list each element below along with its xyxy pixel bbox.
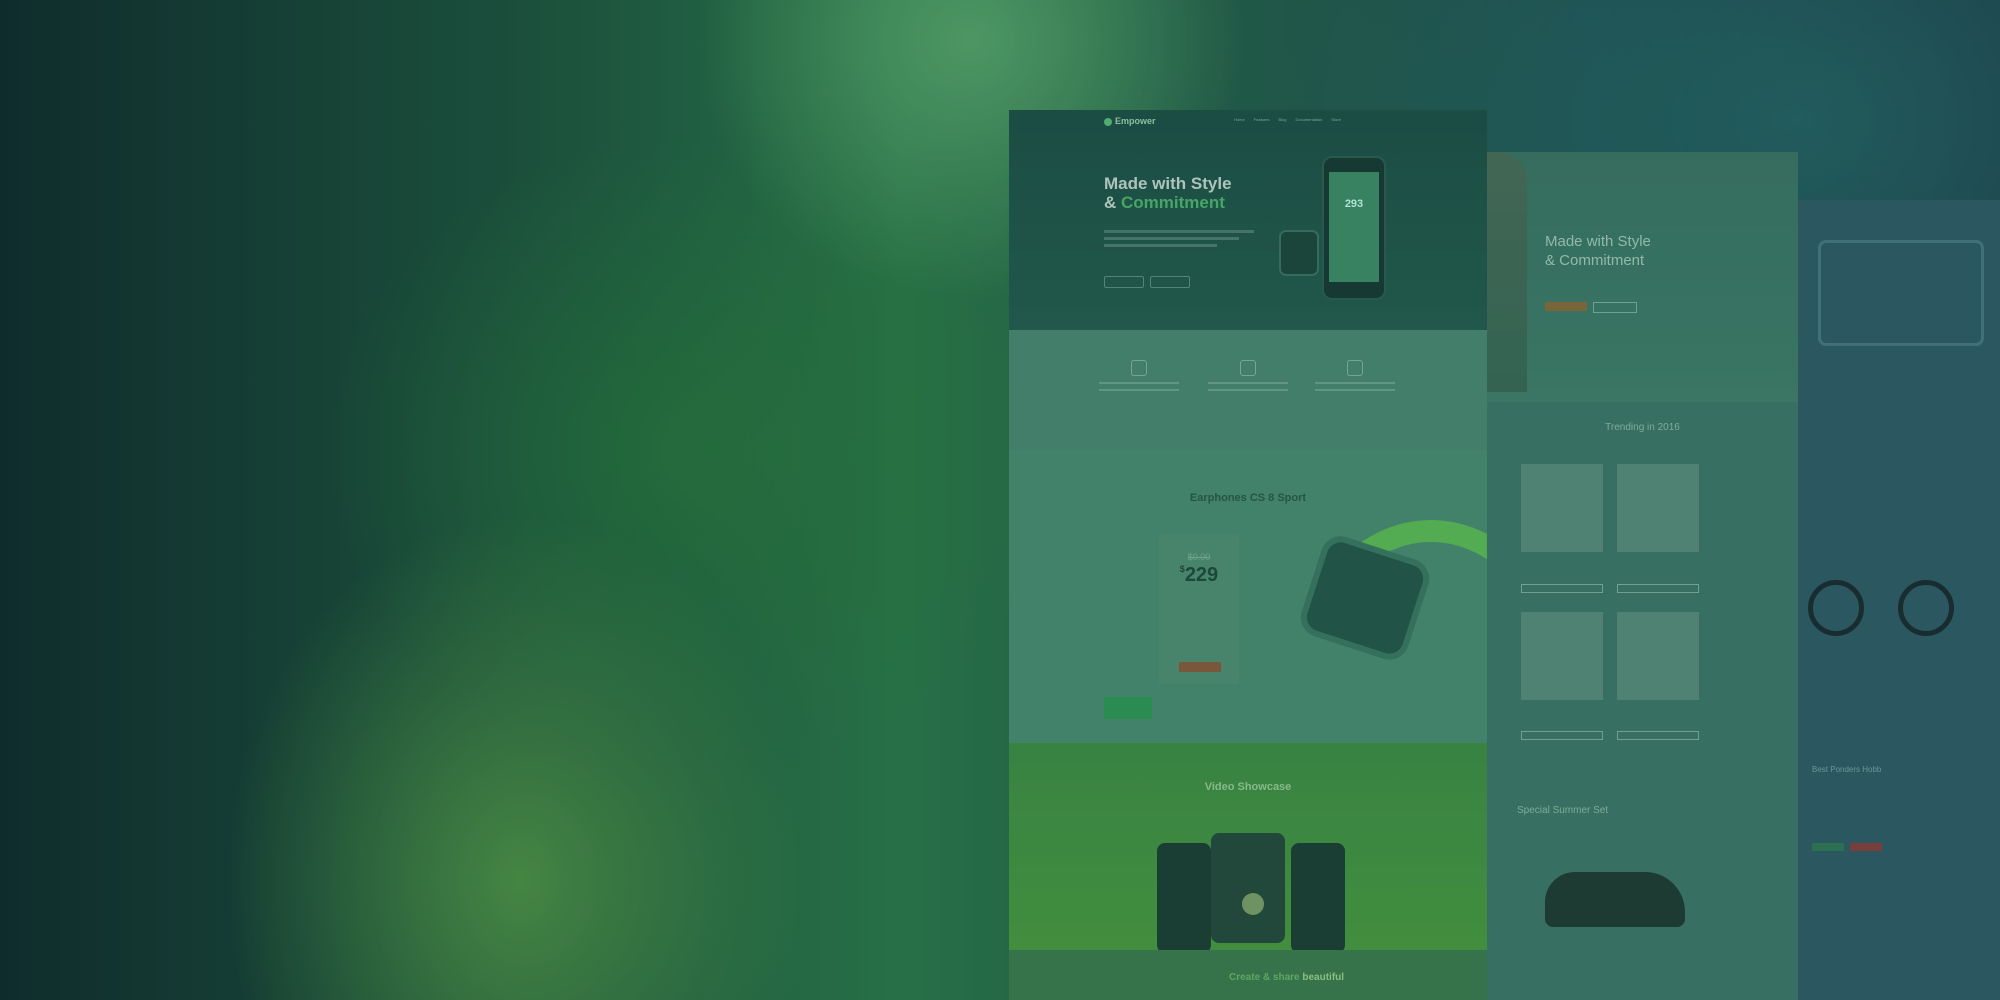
nav-item: Documentation: [1295, 117, 1323, 122]
hero-text-lines: [1104, 230, 1254, 251]
app-store-badge: [1150, 276, 1190, 288]
logo-mark-icon: [1104, 117, 1112, 126]
toy-plane-image: [1818, 240, 1984, 346]
hero-title: Made with Style & Commitment: [1104, 174, 1264, 212]
phone-image: [1211, 833, 1285, 943]
text-line: [1104, 230, 1254, 233]
create-title: Create & share beautiful: [1229, 972, 1344, 983]
bike-wheel-icon: [1808, 580, 1864, 636]
pricing-title: Earphones CS 8 Sport: [1189, 492, 1307, 504]
price: $229: [1159, 564, 1239, 587]
shop-button: [1545, 302, 1587, 311]
monitor-icon: [1131, 360, 1147, 376]
nav-item: Store: [1331, 117, 1341, 122]
text-line: [1104, 237, 1239, 240]
outline-button: [1593, 302, 1637, 313]
mockup-toy-store: Best Ponders Hobb: [1798, 200, 2000, 1000]
buy-button: [1179, 662, 1221, 672]
text-line: [1208, 382, 1288, 384]
sneaker-image: [1545, 872, 1685, 927]
play-icon: [1242, 893, 1264, 915]
toy-promo-title: Best Ponders Hobb: [1812, 765, 1882, 774]
phone-image: [1157, 843, 1211, 953]
product-button: [1521, 731, 1603, 740]
fashion-title-line2: & Commitment: [1545, 252, 1645, 269]
video-title: Video Showcase: [1204, 781, 1292, 793]
product-card-jacket: [1617, 612, 1699, 700]
hero-title-accent: Commitment: [1121, 193, 1225, 212]
price-value: 229: [1184, 564, 1219, 586]
nav-item: Home: [1234, 117, 1245, 122]
mockup-nav: Empower Home Features Blog Documentation…: [1104, 116, 1397, 132]
fashion-hero-title: Made with Style & Commitment: [1545, 232, 1651, 270]
mockup-logo: Empower: [1104, 116, 1156, 126]
create-title-part: Create & share: [1229, 972, 1303, 983]
mockup-landing-page: Empower Home Features Blog Documentation…: [1009, 110, 1487, 1000]
phone-image: [1291, 843, 1345, 953]
green-button: [1812, 843, 1844, 851]
red-button: [1850, 843, 1882, 851]
hero-section: Empower Home Features Blog Documentation…: [1009, 110, 1487, 330]
product-card-shirt: [1521, 612, 1603, 700]
nav-item: Features: [1253, 117, 1270, 122]
nav-item: Blog: [1278, 117, 1287, 122]
mockup-fashion-store: Made with Style & Commitment Trending in…: [1487, 152, 1798, 1000]
google-play-badge: [1104, 276, 1144, 288]
product-card-shoe: [1521, 464, 1603, 552]
pen-icon: [1240, 360, 1256, 376]
pricing-section: Earphones CS 8 Sport $0.00 $229: [1009, 450, 1487, 743]
text-line: [1315, 382, 1395, 384]
feature-item: [1208, 360, 1288, 391]
store-buttons: [1104, 276, 1190, 288]
phone-image: 293: [1322, 156, 1386, 300]
text-line: [1099, 382, 1179, 384]
text-line: [1315, 389, 1395, 391]
hero-title-line1: Made with Style: [1104, 174, 1232, 193]
text-line: [1099, 389, 1179, 391]
logo-text: Empower: [1115, 116, 1156, 126]
model-image: [1487, 152, 1527, 392]
summer-title: Special Summer Set: [1517, 805, 1609, 816]
product-button: [1617, 731, 1699, 740]
features-section: [1009, 330, 1487, 450]
product-button: [1521, 584, 1603, 593]
video-section: Video Showcase: [1009, 743, 1487, 953]
lab-icon: [1347, 360, 1363, 376]
text-line: [1208, 389, 1288, 391]
product-card-top: [1617, 464, 1699, 552]
product-button: [1617, 584, 1699, 593]
trending-title: Trending in 2016: [1605, 422, 1680, 433]
mockup-nav-items: Home Features Blog Documentation Store: [1234, 117, 1341, 122]
bike-wheel-icon: [1898, 580, 1954, 636]
price-card: $0.00 $229: [1159, 534, 1239, 684]
green-cta-button: [1104, 697, 1152, 719]
create-section: Create & share beautiful: [1009, 950, 1487, 1000]
phone-screen: 293: [1329, 172, 1379, 282]
feature-item: [1315, 360, 1395, 391]
hero-title-amp: &: [1104, 193, 1121, 212]
phone-screen-value: 293: [1344, 198, 1364, 210]
text-line: [1104, 244, 1217, 247]
create-title-accent: beautiful: [1302, 972, 1345, 983]
feature-item: [1099, 360, 1179, 391]
fashion-hero: Made with Style & Commitment: [1487, 152, 1798, 402]
old-price: $0.00: [1187, 552, 1211, 562]
fashion-title-line1: Made with Style: [1545, 233, 1651, 250]
smartwatch-image: [1279, 230, 1319, 276]
